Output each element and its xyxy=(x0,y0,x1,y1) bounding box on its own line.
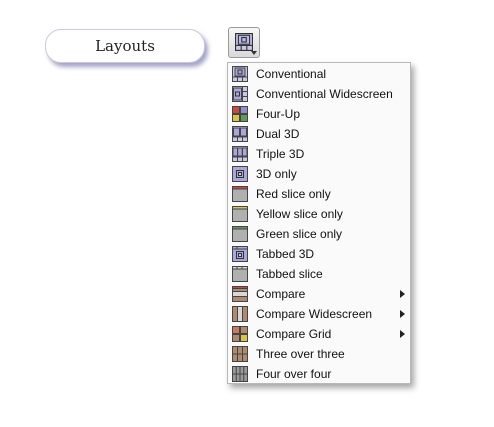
menu-item-label: Compare Grid xyxy=(256,327,332,341)
layouts-label-text: Layouts xyxy=(95,37,155,55)
four-over-four-icon xyxy=(232,366,248,382)
menu-item-three-over-three[interactable]: Three over three xyxy=(228,344,410,364)
menu-item-label: Tabbed slice xyxy=(256,267,323,281)
compare-grid-icon xyxy=(232,326,248,342)
menu-item-label: Conventional Widescreen xyxy=(256,87,393,101)
menu-item-compare[interactable]: Compare xyxy=(228,284,410,304)
menu-item-label: Conventional xyxy=(256,67,327,81)
menu-item-label: Triple 3D xyxy=(256,147,305,161)
menu-item-tabbed-slice[interactable]: Tabbed slice xyxy=(228,264,410,284)
three-over-three-icon xyxy=(232,346,248,362)
green-slice-icon xyxy=(232,226,248,242)
menu-item-label: Red slice only xyxy=(256,187,331,201)
3d-only-icon xyxy=(232,166,248,182)
layout-menu-button[interactable] xyxy=(228,27,260,58)
menu-item-label: Compare Widescreen xyxy=(256,307,373,321)
menu-item-label: Four-Up xyxy=(256,107,301,121)
tabbed-slice-icon xyxy=(232,266,248,282)
menu-item-3d-only[interactable]: 3D only xyxy=(228,164,410,184)
chevron-down-icon xyxy=(251,51,257,55)
menu-item-conventional[interactable]: Conventional xyxy=(228,64,410,84)
menu-item-label: Four over four xyxy=(256,367,332,381)
menu-item-compare-widescreen[interactable]: Compare Widescreen xyxy=(228,304,410,324)
menu-item-label: Yellow slice only xyxy=(256,207,343,221)
menu-item-green-slice-only[interactable]: Green slice only xyxy=(228,224,410,244)
menu-item-tabbed-3d[interactable]: Tabbed 3D xyxy=(228,244,410,264)
four-up-icon xyxy=(232,106,248,122)
menu-item-label: Green slice only xyxy=(256,227,343,241)
menu-item-red-slice-only[interactable]: Red slice only xyxy=(228,184,410,204)
red-slice-icon xyxy=(232,186,248,202)
menu-item-label: Dual 3D xyxy=(256,127,300,141)
menu-item-yellow-slice-only[interactable]: Yellow slice only xyxy=(228,204,410,224)
submenu-arrow-icon xyxy=(400,290,405,298)
compare-widescreen-icon xyxy=(232,306,248,322)
tabbed-3d-icon xyxy=(232,246,248,262)
menu-item-label: Compare xyxy=(256,287,306,301)
menu-item-four-up[interactable]: Four-Up xyxy=(228,104,410,124)
menu-item-label: Tabbed 3D xyxy=(256,247,315,261)
layouts-dropdown-menu: Conventional Conventional Widescreen Fou xyxy=(227,62,411,384)
menu-item-triple-3d[interactable]: Triple 3D xyxy=(228,144,410,164)
menu-item-label: 3D only xyxy=(256,167,297,181)
menu-item-compare-grid[interactable]: Compare Grid xyxy=(228,324,410,344)
menu-item-label: Three over three xyxy=(256,347,345,361)
dual-3d-icon xyxy=(232,126,248,142)
layouts-label: Layouts xyxy=(45,29,205,63)
triple-3d-icon xyxy=(232,146,248,162)
yellow-slice-icon xyxy=(232,206,248,222)
compare-icon xyxy=(232,286,248,302)
submenu-arrow-icon xyxy=(400,310,405,318)
conventional-icon xyxy=(232,66,248,82)
conventional-widescreen-icon xyxy=(232,86,248,102)
menu-item-dual-3d[interactable]: Dual 3D xyxy=(228,124,410,144)
menu-item-conventional-widescreen[interactable]: Conventional Widescreen xyxy=(228,84,410,104)
menu-item-four-over-four[interactable]: Four over four xyxy=(228,364,410,384)
submenu-arrow-icon xyxy=(400,330,405,338)
